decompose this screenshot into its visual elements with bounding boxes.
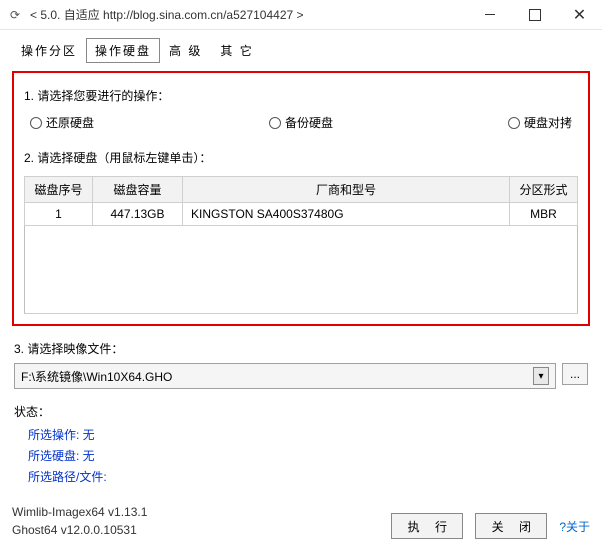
radio-label: 还原硬盘 (46, 114, 94, 131)
version-info: Wimlib-Imagex64 v1.13.1 Ghost64 v12.0.0.… (12, 503, 147, 539)
col-model: 厂商和型号 (183, 177, 510, 203)
maximize-button[interactable] (512, 0, 557, 30)
version-line1: Wimlib-Imagex64 v1.13.1 (12, 503, 147, 521)
window-title: < 5.0. 自适应 http://blog.sina.com.cn/a5271… (30, 6, 467, 23)
browse-button[interactable]: ... (562, 363, 588, 385)
tab-advanced[interactable]: 高 级 (160, 38, 211, 63)
tab-partition[interactable]: 操作分区 (12, 38, 86, 63)
run-button[interactable]: 执 行 (391, 513, 463, 539)
radio-label: 硬盘对拷 (524, 114, 572, 131)
radio-label: 备份硬盘 (285, 114, 333, 131)
radio-restore-disk[interactable]: 还原硬盘 (30, 114, 94, 131)
col-num: 磁盘序号 (25, 177, 93, 203)
col-part: 分区形式 (510, 177, 578, 203)
tab-bar: 操作分区 操作硬盘 高 级 其 它 (12, 38, 590, 63)
about-link[interactable]: ?关于 (559, 518, 590, 535)
table-row[interactable]: 1 447.13GB KINGSTON SA400S37480G MBR (25, 203, 578, 226)
cell-cap: 447.13GB (93, 203, 183, 226)
radio-icon (30, 117, 42, 129)
version-line2: Ghost64 v12.0.0.10531 (12, 521, 147, 539)
highlighted-panel: 1. 请选择您要进行的操作： 还原硬盘 备份硬盘 硬盘对拷 2. 请选择硬盘（用… (12, 71, 590, 326)
image-file-label: 3. 请选择映像文件： (14, 340, 588, 357)
close-button[interactable]: ✕ (557, 0, 602, 30)
app-icon: ⟳ (0, 8, 30, 22)
cell-part: MBR (510, 203, 578, 226)
radio-disk-copy[interactable]: 硬盘对拷 (508, 114, 572, 131)
table-empty (25, 226, 578, 314)
disk-select-label: 2. 请选择硬盘（用鼠标左键单击）： (24, 149, 578, 166)
close-dialog-button[interactable]: 关 闭 (475, 513, 547, 539)
radio-backup-disk[interactable]: 备份硬盘 (269, 114, 333, 131)
status-title: 状态： (14, 403, 588, 420)
radio-icon (269, 117, 281, 129)
status-disk: 所选硬盘: 无 (28, 447, 588, 464)
chevron-down-icon[interactable]: ▾ (533, 367, 549, 385)
tab-disk[interactable]: 操作硬盘 (86, 38, 160, 63)
browse-dots: ... (570, 367, 580, 381)
disk-table: 磁盘序号 磁盘容量 厂商和型号 分区形式 1 447.13GB KINGSTON… (24, 176, 578, 314)
cell-model: KINGSTON SA400S37480G (183, 203, 510, 226)
status-path: 所选路径/文件: (28, 468, 588, 485)
cell-num: 1 (25, 203, 93, 226)
operation-label: 1. 请选择您要进行的操作： (24, 87, 578, 104)
image-file-value: F:\系统镜像\Win10X64.GHO (21, 368, 172, 385)
tab-other[interactable]: 其 它 (211, 38, 262, 63)
radio-icon (508, 117, 520, 129)
status-operation: 所选操作: 无 (28, 426, 588, 443)
image-file-combo[interactable]: F:\系统镜像\Win10X64.GHO ▾ (14, 363, 556, 389)
minimize-button[interactable] (467, 0, 512, 30)
col-cap: 磁盘容量 (93, 177, 183, 203)
